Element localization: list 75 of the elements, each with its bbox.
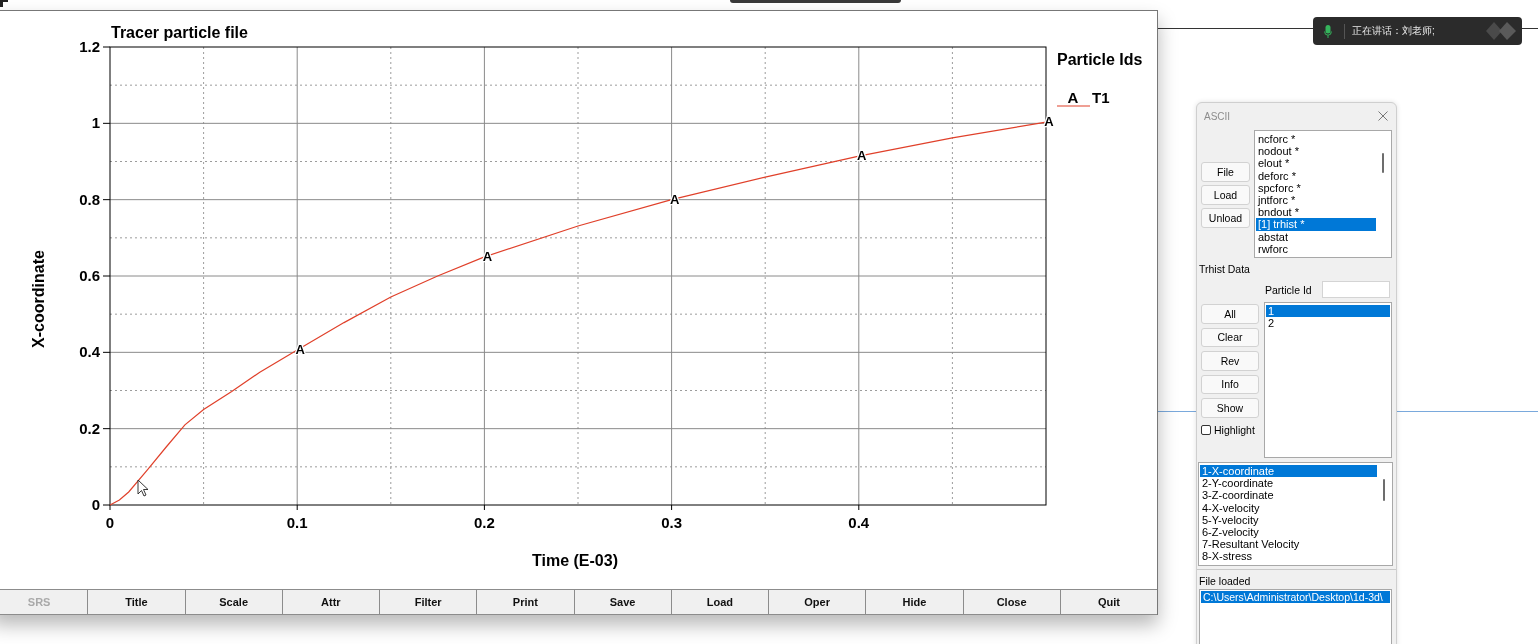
point-marker: A bbox=[1044, 114, 1054, 130]
x-axis-label: Time (E-03) bbox=[532, 552, 618, 569]
toolbar-button[interactable]: Filter bbox=[380, 589, 478, 615]
toolbar-button[interactable]: Oper bbox=[769, 589, 867, 615]
list-item[interactable]: 4-X-velocity bbox=[1200, 501, 1377, 514]
toolbar-button[interactable]: Print bbox=[477, 589, 575, 615]
list-item[interactable]: rwforc bbox=[1256, 242, 1376, 255]
x-tick-label: 0.2 bbox=[473, 514, 495, 531]
toolbar-button[interactable]: Load bbox=[671, 589, 769, 615]
panel-button[interactable]: Show bbox=[1201, 398, 1259, 418]
particle-id-field[interactable] bbox=[1322, 281, 1390, 298]
toolbar-button[interactable]: Title bbox=[88, 589, 186, 615]
list-item[interactable]: 7-Resultant Velocity bbox=[1200, 538, 1377, 551]
list-item[interactable]: 3-Z-coordinate bbox=[1200, 489, 1377, 502]
close-icon[interactable] bbox=[1378, 111, 1388, 121]
y-tick-label: 0.8 bbox=[79, 190, 100, 208]
legend-title: Particle Ids bbox=[1057, 51, 1143, 68]
legend-line-icon bbox=[1056, 105, 1091, 107]
list-item[interactable]: bndout * bbox=[1256, 206, 1376, 219]
speaker-status: 正在讲话：刘老师; bbox=[1352, 24, 1435, 38]
legend-marker: A bbox=[1067, 89, 1079, 106]
chart-title: Tracer particle file bbox=[111, 24, 248, 41]
x-tick-label: 0 bbox=[105, 514, 115, 531]
panel-button[interactable]: Rev bbox=[1201, 351, 1259, 371]
list-item[interactable]: 2 bbox=[1266, 317, 1390, 330]
list-item[interactable]: nodout * bbox=[1256, 145, 1376, 158]
list-item[interactable]: 6-Z-velocity bbox=[1200, 525, 1377, 539]
list-item[interactable]: deforc * bbox=[1256, 169, 1376, 182]
x-tick-label: 0.1 bbox=[286, 514, 308, 531]
panel-button[interactable]: Info bbox=[1201, 374, 1259, 394]
section-label: File loaded bbox=[1198, 575, 1252, 588]
checkbox-label: Highlight bbox=[1214, 423, 1255, 436]
list-item[interactable]: elout * bbox=[1256, 157, 1376, 170]
scrollbar-thumb[interactable] bbox=[1383, 479, 1385, 501]
toolbar-button[interactable]: Scale bbox=[185, 589, 283, 615]
list-item[interactable]: 8-X-stress bbox=[1200, 550, 1377, 563]
list-item[interactable]: 1 bbox=[1266, 305, 1390, 318]
list-item[interactable]: jntforc * bbox=[1256, 193, 1376, 207]
panel-button[interactable]: Load bbox=[1201, 185, 1250, 205]
panel-button[interactable]: Clear bbox=[1201, 327, 1259, 347]
panel-button[interactable]: Unload bbox=[1201, 208, 1250, 228]
y-tick-label: 0 bbox=[91, 496, 100, 513]
microphone-icon bbox=[1324, 24, 1332, 38]
panel-button[interactable]: File bbox=[1201, 162, 1250, 182]
y-axis-label: X-coordinate bbox=[30, 250, 47, 348]
list-item[interactable]: 2-Y-coordinate bbox=[1200, 477, 1377, 490]
toolbar-button[interactable]: Attr bbox=[282, 589, 380, 615]
list-item[interactable]: C:\Users\Administrator\Desktop\1d-3d\ bbox=[1201, 591, 1390, 604]
y-tick-label: 0.6 bbox=[79, 267, 100, 284]
y-tick-label: 0.4 bbox=[79, 343, 100, 361]
x-tick-label: 0.4 bbox=[848, 514, 870, 531]
cursor-icon bbox=[137, 479, 149, 497]
list-item[interactable]: 1-X-coordinate bbox=[1200, 465, 1377, 478]
toolbar-button[interactable]: Save bbox=[574, 589, 672, 615]
toolbar-button[interactable]: Hide bbox=[866, 589, 964, 615]
app-icon bbox=[0, 0, 8, 7]
toolbar-button[interactable]: Quit bbox=[1060, 589, 1157, 615]
scrollbar-thumb[interactable] bbox=[1382, 153, 1384, 173]
toolbar-button[interactable]: Close bbox=[963, 589, 1061, 615]
list-item[interactable]: spcforc * bbox=[1256, 181, 1376, 194]
panel-title: ASCII bbox=[1204, 110, 1231, 122]
y-tick-label: 1 bbox=[91, 114, 100, 132]
list-item[interactable]: abstat bbox=[1256, 230, 1376, 243]
y-tick-label: 1.2 bbox=[79, 38, 100, 55]
checkbox[interactable] bbox=[1201, 424, 1211, 435]
panel-button[interactable]: All bbox=[1201, 304, 1259, 324]
list-item[interactable]: [1] trhist * bbox=[1256, 218, 1376, 231]
x-tick-label: 0.3 bbox=[661, 514, 683, 531]
list-item[interactable]: ncforc * bbox=[1256, 133, 1376, 146]
field-label: Particle Id bbox=[1265, 283, 1313, 296]
section-label: Trhist Data bbox=[1198, 263, 1251, 275]
y-tick-label: 0.2 bbox=[79, 419, 100, 437]
legend-label: T1 bbox=[1092, 89, 1110, 106]
diamond-logo-icon bbox=[1485, 21, 1519, 41]
list-item[interactable]: 5-Y-velocity bbox=[1200, 513, 1377, 526]
